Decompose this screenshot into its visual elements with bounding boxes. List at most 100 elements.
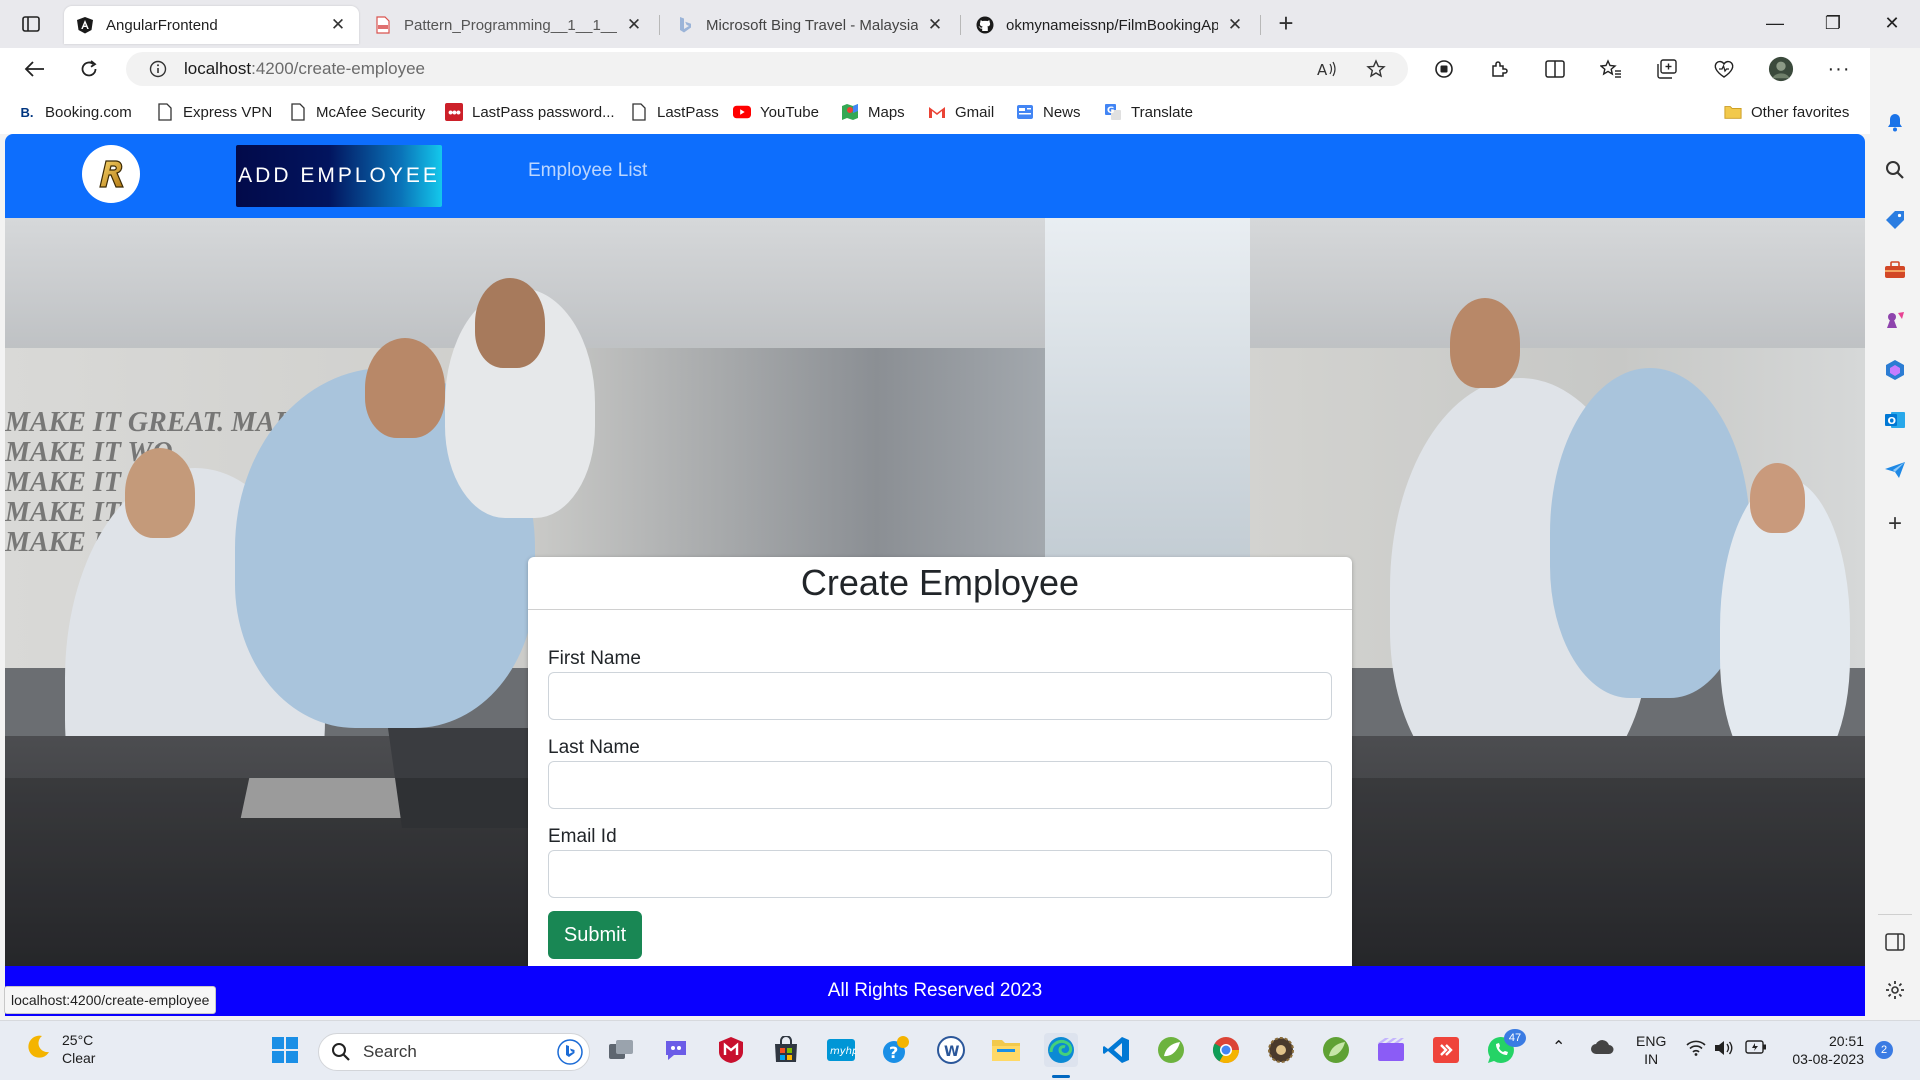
record-icon[interactable] bbox=[1431, 56, 1457, 82]
bookmark-label: McAfee Security bbox=[316, 103, 426, 121]
split-screen-icon[interactable] bbox=[1542, 56, 1568, 82]
language-indicator[interactable]: ENG IN bbox=[1636, 1032, 1666, 1068]
eclipse-gear-icon[interactable] bbox=[1264, 1033, 1298, 1067]
hide-sidebar-icon[interactable] bbox=[1883, 930, 1907, 954]
bookmark-news[interactable]: News bbox=[1016, 102, 1081, 122]
teams-chat-icon[interactable] bbox=[659, 1033, 693, 1067]
browser-tab-bar: AngularFrontend ✕ Pattern_Programming__1… bbox=[0, 0, 1920, 48]
submit-button[interactable]: Submit bbox=[548, 911, 642, 959]
bookmark-label: LastPass password... bbox=[472, 103, 615, 121]
tab-label: AngularFrontend bbox=[106, 16, 218, 34]
onedrive-cloud-icon[interactable] bbox=[1590, 1039, 1614, 1059]
read-aloud-icon[interactable]: A bbox=[1316, 58, 1340, 80]
favorites-icon[interactable] bbox=[1598, 56, 1624, 82]
tab-bing-travel[interactable]: Microsoft Bing Travel - Malaysia ✕ bbox=[664, 6, 956, 44]
volume-icon[interactable] bbox=[1714, 1040, 1734, 1060]
tab-actions-icon[interactable] bbox=[16, 12, 46, 36]
sidebar-settings-gear-icon[interactable] bbox=[1883, 978, 1907, 1002]
chrome-icon[interactable] bbox=[1209, 1033, 1243, 1067]
tools-briefcase-icon[interactable] bbox=[1883, 258, 1907, 282]
file-explorer-icon[interactable] bbox=[989, 1033, 1023, 1067]
bookmarks-bar: B. Booking.com Express VPN McAfee Securi… bbox=[0, 90, 1920, 134]
spring-boot-icon[interactable] bbox=[1319, 1033, 1353, 1067]
close-tab-icon[interactable]: ✕ bbox=[329, 15, 347, 35]
tab-angular-frontend[interactable]: AngularFrontend ✕ bbox=[64, 6, 359, 44]
minimize-button[interactable]: — bbox=[1755, 8, 1795, 38]
address-bar[interactable]: localhost:4200/create-employee A bbox=[126, 52, 1408, 86]
bookmark-gmail[interactable]: Gmail bbox=[928, 102, 994, 122]
add-sidebar-app-icon[interactable]: + bbox=[1883, 510, 1907, 537]
outlook-icon[interactable]: O bbox=[1883, 408, 1907, 432]
news-icon bbox=[1016, 103, 1034, 121]
back-button[interactable] bbox=[18, 54, 52, 84]
profile-avatar[interactable] bbox=[1768, 56, 1794, 82]
bookmark-label: LastPass bbox=[657, 103, 719, 121]
bookmark-label: Express VPN bbox=[183, 103, 273, 121]
tab-pattern-programming[interactable]: Pattern_Programming__1__1__ly ✕ bbox=[362, 6, 655, 44]
battery-icon[interactable] bbox=[1745, 1040, 1767, 1058]
notification-bell-icon[interactable] bbox=[1883, 110, 1907, 134]
microsoft-store-icon[interactable] bbox=[769, 1033, 803, 1067]
microsoft-365-icon[interactable] bbox=[1883, 358, 1907, 382]
taskbar-search-box[interactable]: Search bbox=[318, 1033, 590, 1071]
close-tab-icon[interactable]: ✕ bbox=[625, 15, 643, 35]
window-close-button[interactable]: ✕ bbox=[1872, 8, 1912, 38]
system-clock[interactable]: 20:51 03-08-2023 bbox=[1784, 1032, 1864, 1068]
get-help-icon[interactable]: ? bbox=[879, 1033, 913, 1067]
clipchamp-icon[interactable] bbox=[1374, 1033, 1408, 1067]
add-employee-nav-button[interactable]: ADD EMPLOYEE bbox=[236, 145, 442, 207]
url-host: localhost bbox=[184, 59, 252, 78]
search-icon[interactable] bbox=[1883, 158, 1907, 182]
angular-icon bbox=[76, 16, 94, 34]
brand-logo[interactable] bbox=[82, 145, 140, 203]
search-label: Search bbox=[363, 1042, 417, 1061]
last-name-input[interactable] bbox=[548, 761, 1332, 809]
notification-count-badge[interactable]: 2 bbox=[1875, 1041, 1893, 1059]
employee-list-link[interactable]: Employee List bbox=[528, 160, 647, 182]
other-favorites-folder[interactable]: Other favorites bbox=[1724, 102, 1849, 122]
myhp-icon[interactable]: myhp bbox=[824, 1033, 858, 1067]
bookmark-express-vpn[interactable]: Express VPN bbox=[156, 102, 272, 122]
bookmark-label: Booking.com bbox=[45, 103, 132, 121]
bookmark-mcafee[interactable]: McAfee Security bbox=[289, 102, 425, 122]
games-icon[interactable] bbox=[1883, 308, 1907, 332]
vscode-icon[interactable] bbox=[1099, 1033, 1133, 1067]
bookmark-label: News bbox=[1043, 103, 1081, 121]
start-windows-icon[interactable] bbox=[268, 1033, 302, 1067]
bookmark-translate[interactable]: G Translate bbox=[1104, 102, 1193, 122]
tab-github-filmbooking[interactable]: okmynameissnp/FilmBookingApp ✕ bbox=[964, 6, 1256, 44]
task-view-icon[interactable] bbox=[604, 1033, 638, 1067]
sidebar-divider bbox=[1878, 914, 1912, 915]
close-tab-icon[interactable]: ✕ bbox=[926, 15, 944, 35]
email-id-input[interactable] bbox=[548, 850, 1332, 898]
new-tab-button[interactable]: + bbox=[1272, 10, 1300, 38]
close-tab-icon[interactable]: ✕ bbox=[1226, 15, 1244, 35]
refresh-button[interactable] bbox=[72, 54, 106, 84]
settings-more-icon[interactable]: ··· bbox=[1826, 56, 1852, 82]
extensions-icon[interactable] bbox=[1486, 56, 1512, 82]
bookmark-label: Translate bbox=[1131, 103, 1193, 121]
first-name-input[interactable] bbox=[548, 672, 1332, 720]
restore-button[interactable]: ❐ bbox=[1813, 8, 1853, 38]
anydesk-icon[interactable] bbox=[1429, 1033, 1463, 1067]
bookmark-maps[interactable]: Maps bbox=[841, 102, 905, 122]
browser-essentials-icon[interactable] bbox=[1711, 56, 1737, 82]
wifi-icon[interactable] bbox=[1686, 1040, 1706, 1060]
spring-tool-icon[interactable] bbox=[1154, 1033, 1188, 1067]
word-app-icon[interactable]: W bbox=[934, 1033, 968, 1067]
bookmark-lastpass-password[interactable]: ••• LastPass password... bbox=[445, 102, 615, 122]
shopping-tag-icon[interactable] bbox=[1883, 208, 1907, 232]
collections-icon[interactable] bbox=[1654, 56, 1680, 82]
send-telegram-icon[interactable] bbox=[1883, 458, 1907, 482]
svg-text:O: O bbox=[1888, 416, 1897, 427]
bookmark-booking[interactable]: B. Booking.com bbox=[18, 102, 132, 122]
show-hidden-icons-chevron-up-icon[interactable]: ⌃ bbox=[1552, 1039, 1565, 1057]
favorite-star-icon[interactable] bbox=[1364, 58, 1388, 80]
bookmark-label: Gmail bbox=[955, 103, 995, 121]
mcafee-icon[interactable] bbox=[714, 1033, 748, 1067]
weather-widget[interactable]: 25°C Clear bbox=[24, 1031, 95, 1067]
bookmark-lastpass[interactable]: LastPass bbox=[630, 102, 719, 122]
bookmark-youtube[interactable]: YouTube bbox=[733, 102, 819, 122]
edge-browser-taskbar-icon[interactable] bbox=[1044, 1033, 1078, 1067]
site-info-icon[interactable] bbox=[146, 58, 170, 80]
